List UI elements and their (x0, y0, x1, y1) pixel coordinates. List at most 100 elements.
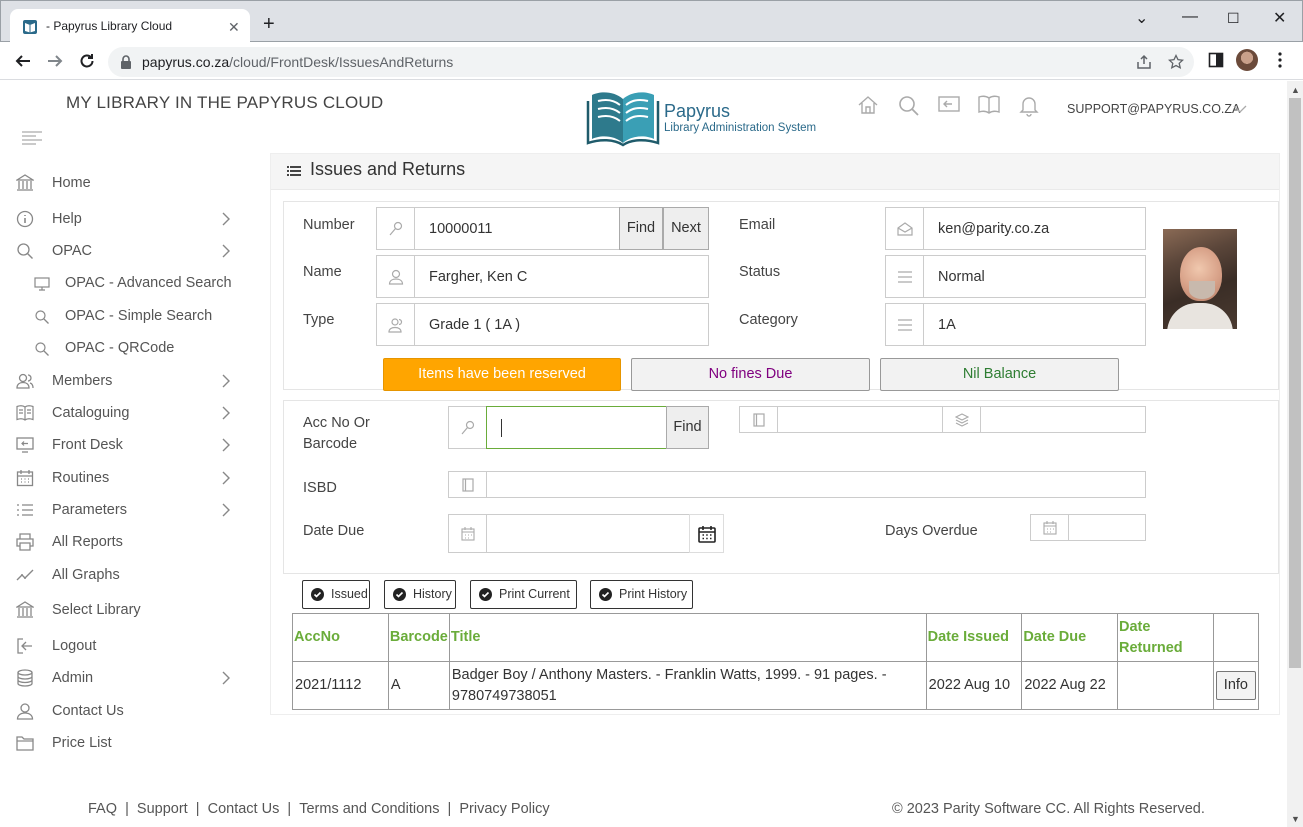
item-copies-field[interactable] (942, 406, 1146, 433)
sidebar-item-admin[interactable]: Admin (0, 664, 250, 692)
isbd-field[interactable] (448, 471, 1146, 498)
member-email-field[interactable]: ken@parity.co.za (885, 207, 1146, 250)
more-menu-icon[interactable] (1278, 52, 1282, 68)
sidebar-item-help[interactable]: Help (0, 205, 250, 233)
status-label: Status (739, 264, 781, 280)
share-icon[interactable] (1136, 54, 1152, 70)
sidebar-item-label: All Graphs (52, 567, 120, 583)
footer-link-terms[interactable]: Terms and Conditions (299, 801, 439, 817)
hamburger-menu-icon[interactable] (22, 131, 42, 145)
member-name-field[interactable]: Fargher, Ken C (376, 255, 709, 298)
page-scrollbar[interactable]: ▲ ▼ (1287, 81, 1303, 827)
url-path: /cloud/FrontDesk/IssuesAndReturns (229, 54, 454, 70)
info-button[interactable]: Info (1215, 671, 1256, 700)
print-current-button-label: Print Current (499, 587, 570, 601)
minimize-icon[interactable]: — (1182, 8, 1198, 26)
col-date-returned[interactable]: Date Returned (1116, 613, 1214, 662)
sidebar-item-members[interactable]: Members (0, 367, 250, 395)
notification-bell-icon[interactable] (1019, 95, 1039, 117)
footer-link-contact-us[interactable]: Contact Us (208, 801, 280, 817)
footer-link-privacy[interactable]: Privacy Policy (459, 801, 549, 817)
sidebar-item-contact-us[interactable]: Contact Us (0, 697, 250, 725)
reserved-status-badge[interactable]: Items have been reserved (383, 358, 621, 391)
user-email-menu[interactable]: SUPPORT@PAPYRUS.CO.ZA (1067, 102, 1240, 116)
fines-status-badge[interactable]: No fines Due (631, 358, 870, 391)
next-member-button[interactable]: Next (663, 207, 709, 250)
sidebar-item-routines[interactable]: Routines (0, 464, 250, 492)
browser-tab[interactable]: - Papyrus Library Cloud ✕ (10, 9, 250, 43)
find-item-button[interactable]: Find (666, 406, 709, 449)
scroll-up-arrow-icon[interactable]: ▲ (1291, 85, 1300, 95)
col-accno[interactable]: AccNo (292, 613, 389, 662)
home-icon[interactable] (857, 95, 879, 115)
new-tab-icon[interactable]: + (263, 14, 275, 34)
acc-barcode-input[interactable] (486, 406, 667, 449)
menu-lines-icon (886, 304, 924, 345)
sidebar-item-front-desk[interactable]: Front Desk (0, 431, 250, 459)
acc-barcode-label: Acc No Or Barcode (303, 415, 370, 452)
col-title[interactable]: Title (448, 613, 927, 662)
print-current-button[interactable]: Print Current (470, 580, 577, 609)
back-arrow-icon[interactable] (14, 52, 32, 70)
history-button[interactable]: History (384, 580, 456, 609)
sidebar-item-opac-simple[interactable]: OPAC - Simple Search (0, 302, 250, 330)
member-status-field[interactable]: Normal (885, 255, 1146, 298)
col-barcode[interactable]: Barcode (387, 613, 450, 662)
chart-line-icon (16, 569, 34, 581)
issued-button[interactable]: Issued (302, 580, 370, 609)
member-category-field[interactable]: 1A (885, 303, 1146, 346)
window-close-icon[interactable]: ✕ (1273, 8, 1286, 28)
col-date-due[interactable]: Date Due (1021, 613, 1118, 662)
row-accno-link[interactable]: 2021/1112 (292, 661, 389, 710)
forward-arrow-icon[interactable] (46, 52, 64, 70)
col-date-issued[interactable]: Date Issued (925, 613, 1023, 662)
profile-avatar[interactable] (1236, 49, 1258, 71)
issue-return-icon[interactable] (938, 95, 960, 115)
sidebar-item-price-list[interactable]: Price List (0, 729, 250, 757)
search-icon[interactable] (898, 95, 920, 117)
sidebar-item-all-reports[interactable]: All Reports (0, 528, 250, 556)
item-book-field[interactable] (739, 406, 943, 433)
book-icon (740, 407, 778, 432)
catalogue-book-icon[interactable] (978, 95, 1000, 115)
balance-status-badge[interactable]: Nil Balance (880, 358, 1119, 391)
address-bar[interactable]: papyrus.co.za/cloud/FrontDesk/IssuesAndR… (108, 47, 1194, 77)
scroll-down-arrow-icon[interactable]: ▼ (1291, 814, 1300, 824)
browser-toolbar: papyrus.co.za/cloud/FrontDesk/IssuesAndR… (0, 42, 1303, 80)
info-icon (16, 210, 34, 228)
key-icon (449, 407, 487, 448)
date-picker-button[interactable] (689, 514, 724, 553)
sidebar-item-opac-qrcode[interactable]: OPAC - QRCode (0, 334, 250, 362)
maximize-icon[interactable]: ☐ (1227, 10, 1240, 27)
footer-link-support[interactable]: Support (137, 801, 188, 817)
logo-title: Papyrus (664, 101, 731, 121)
sidebar-item-cataloguing[interactable]: Cataloguing (0, 399, 250, 427)
footer-link-faq[interactable]: FAQ (88, 801, 117, 817)
close-tab-icon[interactable]: ✕ (228, 19, 240, 36)
find-member-button[interactable]: Find (619, 207, 663, 250)
sidebar-item-label: OPAC - Simple Search (65, 308, 213, 324)
sidebar-item-opac[interactable]: OPAC (0, 237, 250, 265)
member-number-field[interactable]: 10000011 (376, 207, 620, 250)
days-overdue-field[interactable] (1030, 514, 1146, 541)
printer-icon (16, 533, 34, 551)
sidebar-item-label: Logout (52, 638, 97, 654)
sidebar-item-parameters[interactable]: Parameters (0, 496, 250, 524)
print-history-button[interactable]: Print History (590, 580, 693, 609)
sidebar-item-logout[interactable]: Logout (0, 632, 250, 660)
chevron-down-icon[interactable] (1233, 105, 1247, 113)
member-type-field[interactable]: Grade 1 ( 1A ) (376, 303, 709, 346)
sidebar-item-select-library[interactable]: Select Library (0, 596, 250, 624)
sidebar-item-all-graphs[interactable]: All Graphs (0, 561, 250, 589)
chevron-right-icon (222, 212, 230, 226)
scrollbar-thumb[interactable] (1289, 98, 1301, 668)
bookmark-star-icon[interactable] (1168, 54, 1184, 70)
reload-icon[interactable] (78, 52, 96, 70)
sidebar-item-home[interactable]: Home (0, 169, 250, 197)
text-cursor (501, 419, 502, 437)
side-panel-icon[interactable] (1208, 52, 1224, 68)
date-due-field[interactable] (448, 514, 690, 553)
sidebar-item-opac-advanced[interactable]: OPAC - Advanced Search (0, 269, 250, 297)
type-label: Type (303, 312, 335, 328)
tab-search-chevron-icon[interactable]: ⌄ (1135, 8, 1148, 28)
